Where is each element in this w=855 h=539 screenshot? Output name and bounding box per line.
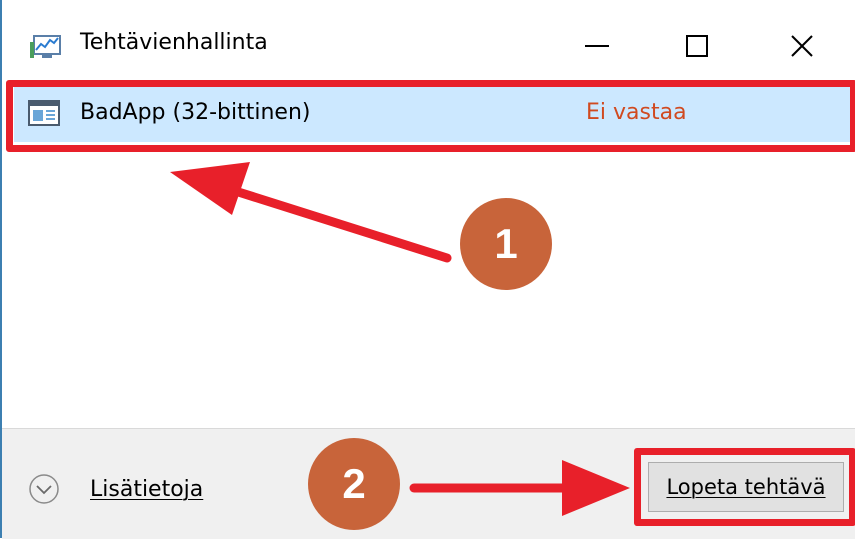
arrow-1 xyxy=(170,162,452,263)
step-badge-1: 1 xyxy=(460,198,552,290)
task-manager-icon xyxy=(30,35,61,58)
chevron-down-icon xyxy=(29,474,59,504)
close-icon xyxy=(791,35,813,57)
title-bar: Tehtävienhallinta xyxy=(2,0,855,80)
minimize-button[interactable] xyxy=(562,18,632,74)
row-highlight-box xyxy=(6,80,855,152)
step-badge-2: 2 xyxy=(308,438,400,530)
more-details-button[interactable]: Lisätietoja xyxy=(28,473,203,505)
close-button[interactable] xyxy=(767,18,837,74)
maximize-button[interactable] xyxy=(662,18,732,74)
button-highlight-box xyxy=(634,448,855,526)
more-details-label: Lisätietoja xyxy=(90,476,204,502)
minimize-icon xyxy=(585,45,609,47)
maximize-icon xyxy=(686,35,708,57)
window-title: Tehtävienhallinta xyxy=(80,30,268,55)
task-manager-window: Tehtävienhallinta BadApp (32-bittinen) E… xyxy=(0,0,855,539)
